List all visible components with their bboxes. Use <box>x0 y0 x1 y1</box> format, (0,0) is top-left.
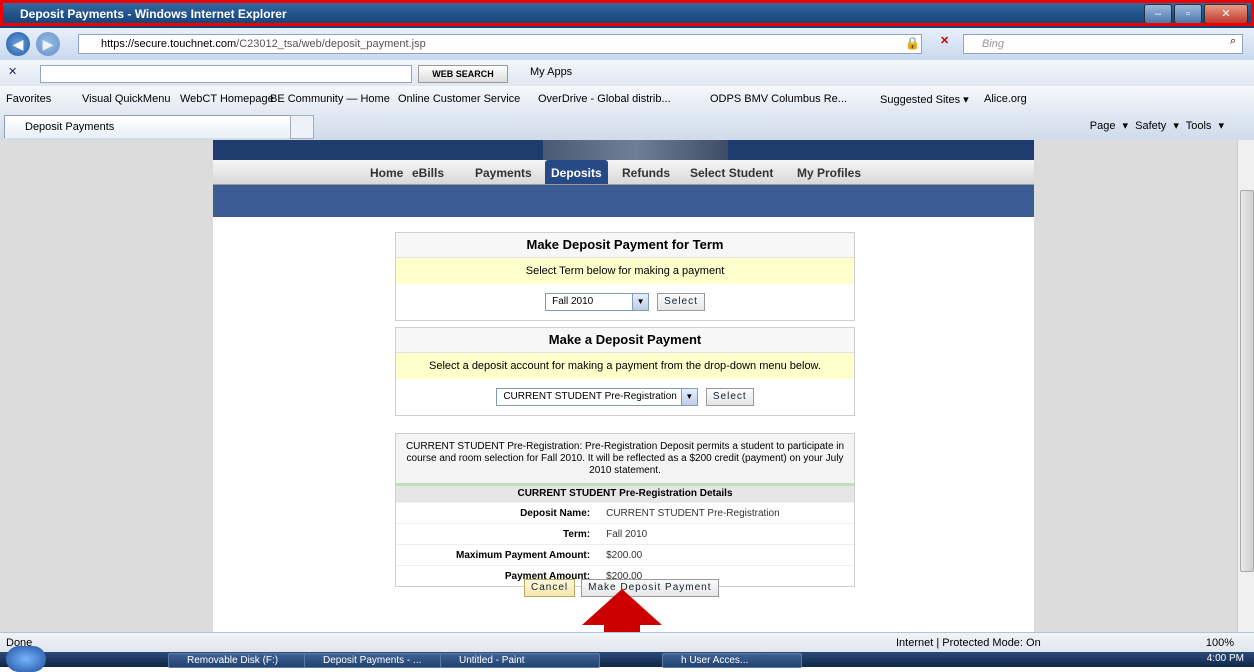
security-zone: Internet | Protected Mode: On <box>896 637 1041 649</box>
taskbar-item[interactable]: h User Acces... <box>662 653 802 668</box>
command-bar: Page ▾ Safety ▾ Tools ▾ <box>1090 119 1224 132</box>
cancel-button[interactable]: Cancel <box>524 579 576 597</box>
term-panel: Make Deposit Payment for Term Select Ter… <box>395 232 855 321</box>
tab-deposit-payments[interactable]: Deposit Payments <box>4 115 306 138</box>
favorite-item[interactable]: Suggested Sites ▾ <box>880 93 969 106</box>
taskbar-item[interactable]: Deposit Payments - ... <box>304 653 442 668</box>
status-bar: Done Internet | Protected Mode: On 100% <box>0 632 1254 653</box>
details-table: Deposit Name: CURRENT STUDENT Pre-Registr… <box>396 502 854 586</box>
stop-icon[interactable]: ✕ <box>940 34 949 47</box>
favorite-item[interactable]: Visual QuickMenu <box>82 93 170 105</box>
favorite-item[interactable]: Alice.org <box>984 93 1027 105</box>
zoom-level[interactable]: 100% <box>1206 637 1234 649</box>
my-apps-button[interactable]: My Apps <box>530 66 572 78</box>
annotation-highlight-box <box>0 0 1254 26</box>
windows-taskbar: Removable Disk (F:) Deposit Payments - .… <box>0 646 1254 672</box>
table-row: Deposit Name: CURRENT STUDENT Pre-Registr… <box>396 502 854 524</box>
nav-payments[interactable]: Payments <box>475 160 532 184</box>
deposit-select-button[interactable]: Select <box>705 388 754 406</box>
chevron-down-icon: ▼ <box>632 294 649 310</box>
search-icon[interactable]: ⌕ <box>1230 35 1236 48</box>
safety-menu[interactable]: Safety ▾ <box>1135 120 1179 132</box>
favorites-bar: Favorites Visual QuickMenu WebCT Homepag… <box>0 86 1254 112</box>
term-select-button[interactable]: Select <box>657 293 705 311</box>
favorites-button[interactable]: Favorites <box>6 93 51 105</box>
start-button[interactable] <box>6 646 46 672</box>
tools-menu[interactable]: Tools ▾ <box>1186 120 1224 132</box>
back-icon[interactable]: ◀ <box>6 32 30 56</box>
nav-home[interactable]: Home <box>370 160 403 184</box>
deposit-panel-note: Select a deposit account for making a pa… <box>396 353 854 379</box>
table-row: Term: Fall 2010 <box>396 523 854 545</box>
term-select[interactable]: Fall 2010 ▼ <box>545 293 650 311</box>
nav-my-profiles[interactable]: My Profiles <box>797 160 861 184</box>
lock-icon[interactable]: 🔒 <box>905 36 920 50</box>
clock: 4:00 PM <box>1206 653 1244 664</box>
web-search-button[interactable]: WEB SEARCH <box>418 65 508 83</box>
vertical-scrollbar[interactable] <box>1237 140 1254 632</box>
term-panel-note: Select Term below for making a payment <box>396 258 854 284</box>
url-field[interactable]: https://secure.touchnet.com/C23012_tsa/w… <box>78 34 922 54</box>
new-tab-button[interactable] <box>290 115 314 139</box>
college-banner <box>213 140 1034 160</box>
favorite-item[interactable]: Online Customer Service <box>398 93 520 105</box>
term-panel-title: Make Deposit Payment for Term <box>396 233 854 258</box>
deposit-account-select[interactable]: CURRENT STUDENT Pre-Registration ▼ <box>496 388 698 406</box>
table-row: Maximum Payment Amount: $200.00 <box>396 544 854 566</box>
banner-photo <box>543 140 728 160</box>
address-bar-row: ◀ ▶ https://secure.touchnet.com/C23012_t… <box>0 28 1254 60</box>
tab-bar: Deposit Payments Page ▾ Safety ▾ Tools ▾ <box>0 112 1254 141</box>
deposit-panel: Make a Deposit Payment Select a deposit … <box>395 327 855 416</box>
page-menu[interactable]: Page ▾ <box>1090 120 1128 132</box>
close-toolbar-icon[interactable]: ✕ <box>8 65 17 78</box>
favorite-item[interactable]: WebCT Homepage <box>180 93 274 105</box>
addon-toolbar: ✕ WEB SEARCH My Apps <box>0 60 1254 87</box>
toolbar-search-input[interactable] <box>40 65 412 83</box>
forward-icon[interactable]: ▶ <box>36 32 60 56</box>
nav-deposits[interactable]: Deposits <box>545 160 608 184</box>
chevron-down-icon: ▼ <box>680 389 697 405</box>
page-body: Home eBills Payments Deposits Refunds Se… <box>213 140 1034 632</box>
taskbar-item[interactable]: Untitled - Paint <box>440 653 600 668</box>
details-header: CURRENT STUDENT Pre-Registration Details <box>396 483 854 502</box>
nav-select-student[interactable]: Select Student <box>690 160 773 184</box>
nav-ebills[interactable]: eBills <box>412 160 444 184</box>
scrollbar-thumb[interactable] <box>1240 190 1254 572</box>
page-viewport: Home eBills Payments Deposits Refunds Se… <box>0 140 1237 632</box>
blue-band <box>213 185 1034 217</box>
deposit-panel-title: Make a Deposit Payment <box>396 328 854 353</box>
deposit-details-panel: CURRENT STUDENT Pre-Registration: Pre-Re… <box>395 433 855 587</box>
favorite-item[interactable]: ODPS BMV Columbus Re... <box>710 93 847 105</box>
nav-refunds[interactable]: Refunds <box>622 160 670 184</box>
favorite-item[interactable]: BE Community — Home <box>270 93 390 105</box>
taskbar-item[interactable]: Removable Disk (F:) <box>168 653 308 668</box>
search-input[interactable]: Bing <box>963 34 1243 54</box>
favorite-item[interactable]: OverDrive - Global distrib... <box>538 93 671 105</box>
main-nav: Home eBills Payments Deposits Refunds Se… <box>213 160 1034 185</box>
deposit-description: CURRENT STUDENT Pre-Registration: Pre-Re… <box>396 434 854 483</box>
